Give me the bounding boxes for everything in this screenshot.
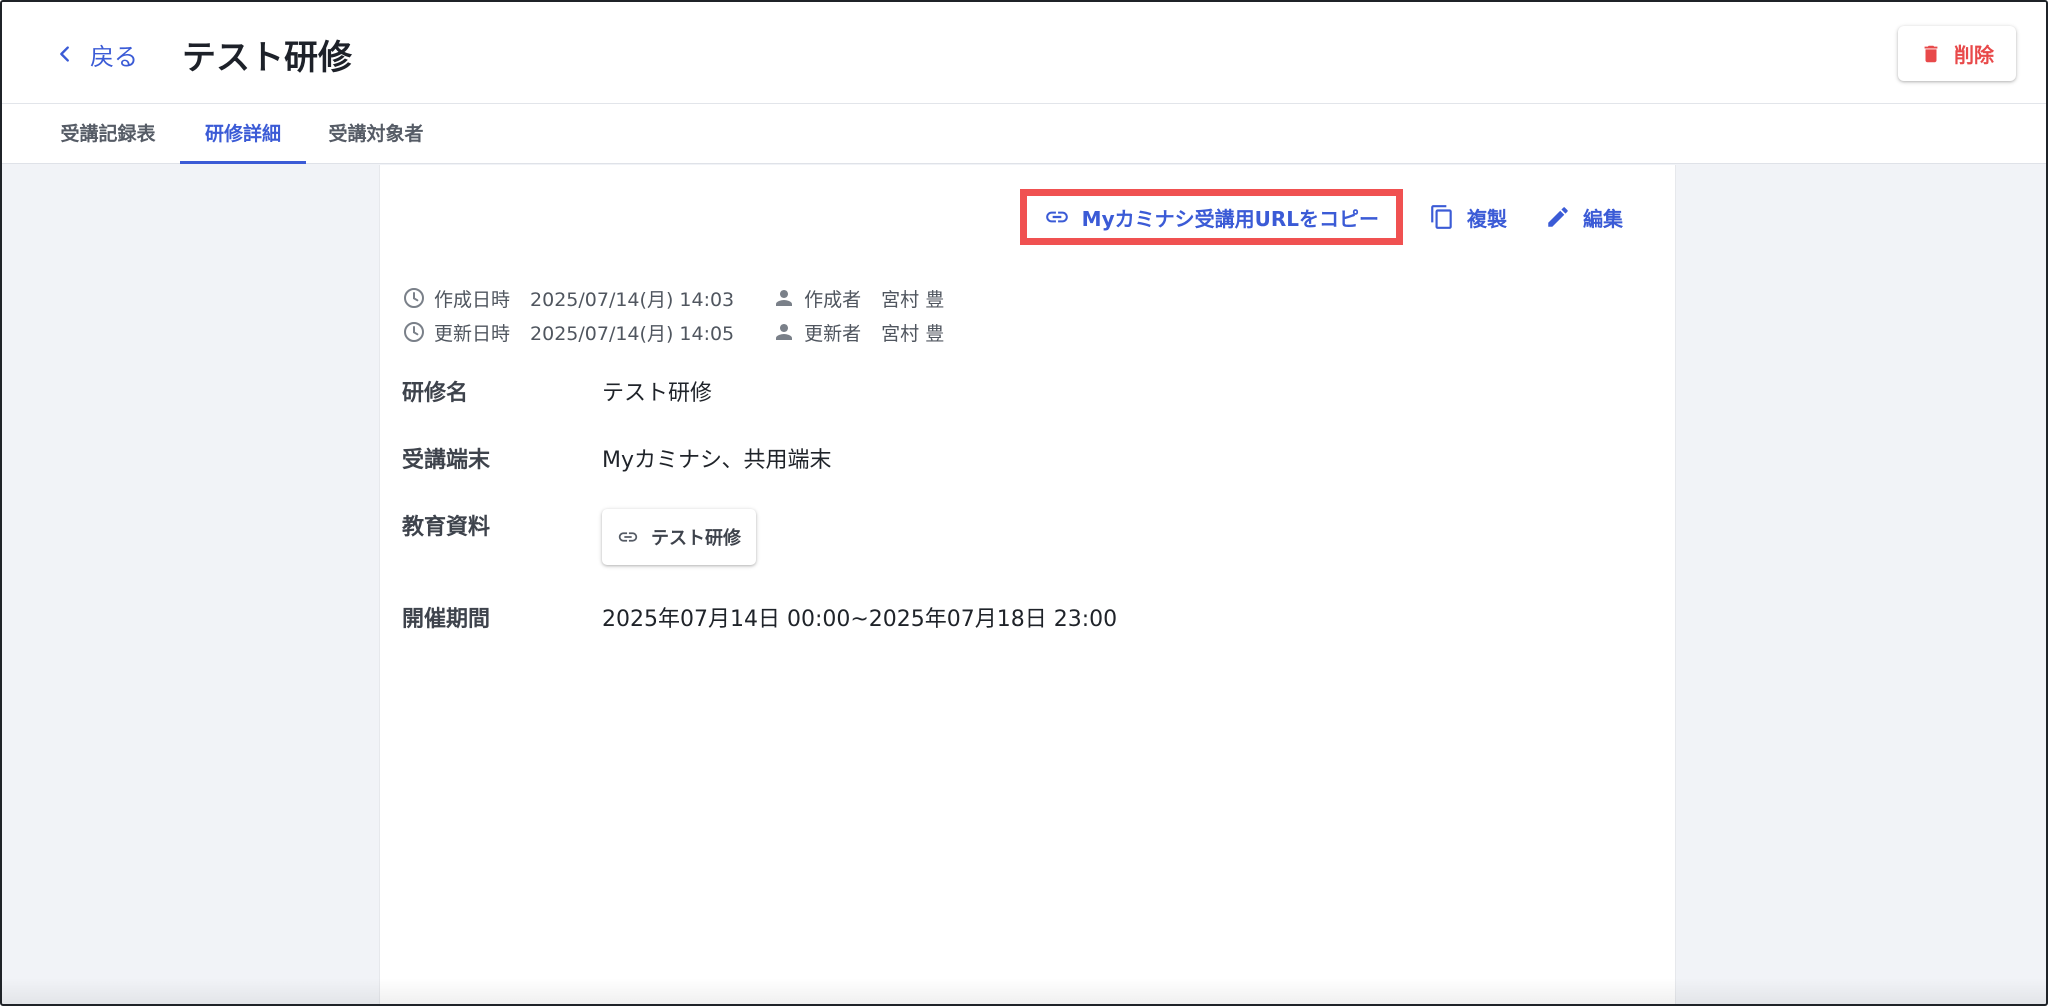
field-material: 教育資料 テスト研修 bbox=[402, 509, 756, 565]
tab-bar: 受講記録表 研修詳細 受講対象者 bbox=[2, 104, 2046, 164]
field-training-name: 研修名 テスト研修 bbox=[402, 375, 712, 407]
copy-icon bbox=[1431, 205, 1452, 229]
clock-icon bbox=[404, 288, 424, 308]
delete-label: 削除 bbox=[1954, 43, 1994, 67]
updater-label: 更新者 bbox=[804, 322, 862, 345]
delete-button[interactable]: 削除 bbox=[1898, 26, 2016, 81]
training-name-value: テスト研修 bbox=[602, 381, 713, 406]
period-value: 2025年07月14日 00:00~2025年07月18日 23:00 bbox=[602, 607, 1118, 632]
duplicate-button[interactable]: 複製 bbox=[1413, 189, 1523, 245]
back-button[interactable]: 戻る bbox=[54, 34, 138, 74]
copy-url-label: Myカミナシ受講用URLをコピー bbox=[1081, 206, 1379, 231]
material-link-label: テスト研修 bbox=[651, 528, 741, 549]
app-window: 戻る テスト研修 削除 受講記録表 研修詳細 受講対象者 Myカミナシ受講用UR… bbox=[0, 0, 2048, 1006]
edit-button[interactable]: 編集 bbox=[1529, 189, 1639, 245]
clock-icon bbox=[404, 322, 424, 342]
updated-label: 更新日時 bbox=[434, 322, 511, 345]
bottom-fade bbox=[2, 978, 2046, 1004]
meta-info: 作成日時 2025/07/14(月) 14:03 作成者 宮村 豊 更新日時 2… bbox=[402, 281, 944, 349]
created-label: 作成日時 bbox=[434, 288, 511, 311]
device-label: 受講端末 bbox=[402, 448, 491, 473]
chevron-left-icon bbox=[60, 46, 69, 62]
detail-panel: Myカミナシ受講用URLをコピー 複製 編集 作成日時 2025/07/14(月… bbox=[379, 165, 1676, 1004]
link-icon bbox=[618, 532, 638, 542]
back-label: 戻る bbox=[90, 42, 138, 71]
tab-attendance-record[interactable]: 受講記録表 bbox=[50, 104, 166, 164]
pencil-icon bbox=[1548, 207, 1568, 227]
top-bar: 戻る テスト研修 削除 bbox=[2, 2, 2046, 104]
field-period: 開催期間 2025年07月14日 00:00~2025年07月18日 23:00 bbox=[402, 601, 1117, 633]
page-title: テスト研修 bbox=[182, 38, 352, 78]
field-device: 受講端末 Myカミナシ、共用端末 bbox=[402, 442, 832, 474]
material-link-button[interactable]: テスト研修 bbox=[602, 509, 756, 565]
tab-training-detail[interactable]: 研修詳細 bbox=[180, 104, 306, 164]
material-label: 教育資料 bbox=[402, 515, 491, 540]
link-icon bbox=[1045, 211, 1068, 223]
trash-icon bbox=[1924, 45, 1938, 62]
copy-url-button[interactable]: Myカミナシ受講用URLをコピー bbox=[1019, 189, 1403, 245]
action-bar: Myカミナシ受講用URLをコピー 複製 編集 bbox=[1019, 189, 1639, 245]
updated-at: 2025/07/14(月) 14:05 bbox=[530, 322, 735, 345]
meta-row-updated: 更新日時 2025/07/14(月) 14:05 更新者 宮村 豊 bbox=[402, 315, 944, 349]
creator-name: 宮村 豊 bbox=[881, 288, 945, 311]
period-label: 開催期間 bbox=[402, 607, 491, 632]
edit-label: 編集 bbox=[1583, 206, 1623, 231]
duplicate-label: 複製 bbox=[1467, 206, 1507, 231]
training-name-label: 研修名 bbox=[402, 381, 469, 406]
creator-label: 作成者 bbox=[804, 288, 862, 311]
updater-name: 宮村 豊 bbox=[881, 322, 945, 345]
device-value: Myカミナシ、共用端末 bbox=[602, 448, 832, 473]
meta-row-created: 作成日時 2025/07/14(月) 14:03 作成者 宮村 豊 bbox=[402, 281, 944, 315]
created-at: 2025/07/14(月) 14:03 bbox=[530, 288, 735, 311]
person-icon bbox=[776, 324, 793, 340]
tab-target-attendees[interactable]: 受講対象者 bbox=[320, 104, 432, 164]
person-icon bbox=[776, 290, 793, 306]
